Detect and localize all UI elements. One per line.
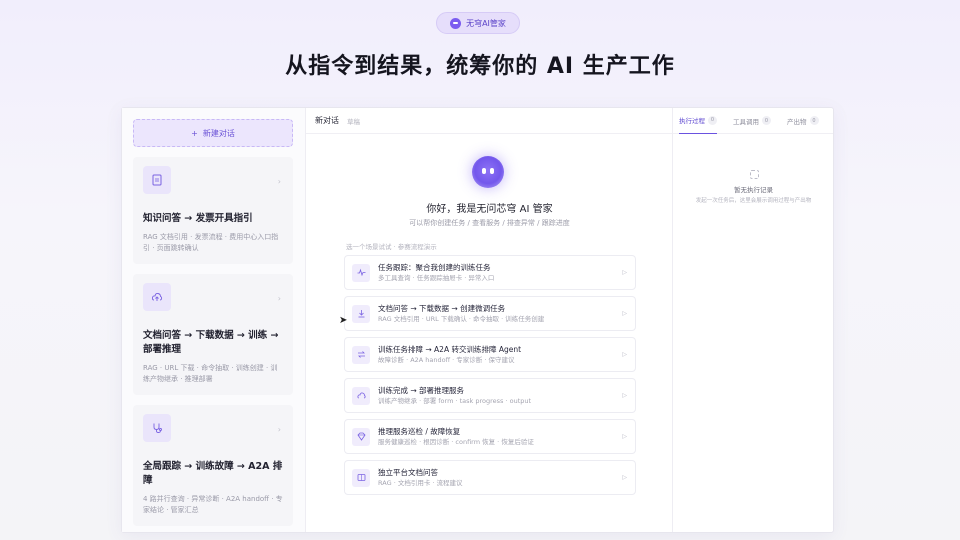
empty-state-icon xyxy=(750,170,759,179)
play-icon: ▷ xyxy=(622,474,627,481)
scenario-card[interactable]: › 文档问答 → 下载数据 → 训练 → 部署推理 RAG · URL 下载 ·… xyxy=(133,274,293,395)
sidebar: + 新建对话 › 知识问答 → 发票开具指引 RAG 文档引用 · 发票流程 ·… xyxy=(122,108,306,532)
plus-icon: + xyxy=(191,128,198,138)
logo-icon xyxy=(450,17,462,29)
chat-title: 新对话 xyxy=(315,116,339,125)
assistant-avatar-icon xyxy=(472,156,504,188)
tab-tool-calls[interactable]: 工具调用 0 xyxy=(733,108,771,134)
brand-badge: 无穹AI管家 xyxy=(436,12,520,34)
tab-label: 产出物 xyxy=(787,117,807,126)
chevron-right-icon: › xyxy=(277,177,281,186)
tab-count-badge: 0 xyxy=(762,116,771,125)
play-icon: ▷ xyxy=(622,433,627,440)
activity-icon xyxy=(352,263,370,282)
play-icon: ▷ xyxy=(622,310,627,317)
mouse-cursor-icon: ➤ xyxy=(339,315,348,326)
chevron-right-icon: › xyxy=(277,425,281,434)
task-item[interactable]: 训练完成 → 部署推理服务 训练产物继承 · 部署 form · task pr… xyxy=(344,378,636,413)
task-desc: 多工具查询 · 任务跟踪抽屉卡 · 异常入口 xyxy=(378,274,495,282)
diamond-icon xyxy=(352,427,370,446)
card-title: 全局跟踪 → 训练故障 → A2A 排障 xyxy=(143,461,283,486)
task-list: 任务跟踪：聚合我创建的训练任务 多工具查询 · 任务跟踪抽屉卡 · 异常入口 ▷… xyxy=(344,255,636,501)
cloud-upload-icon xyxy=(143,283,171,311)
execution-panel: 执行过程 0 工具调用 0 产出物 0 暂无执行记录 发起一次任务后，这里会展示… xyxy=(673,108,833,532)
empty-state-title: 暂无执行记录 xyxy=(734,186,773,194)
card-desc: RAG · URL 下载 · 命令抽取 · 训练创建 · 训练产物继承 · 推理… xyxy=(143,364,278,383)
tab-outputs[interactable]: 产出物 0 xyxy=(787,108,819,134)
card-title: 文档问答 → 下载数据 → 训练 → 部署推理 xyxy=(143,330,279,355)
task-item[interactable]: 推理服务巡检 / 故障恢复 服务健康巡检 · 根因诊断 · confirm 恢复… xyxy=(344,419,636,454)
play-icon: ▷ xyxy=(622,392,627,399)
tab-count-badge: 0 xyxy=(708,115,717,125)
chevron-right-icon: › xyxy=(277,294,281,303)
tab-label: 工具调用 xyxy=(733,117,759,126)
task-item[interactable]: 文档问答 → 下载数据 → 创建微调任务 RAG 文档引用 · URL 下载确认… xyxy=(344,296,636,331)
scenario-card[interactable]: › 知识问答 → 发票开具指引 RAG 文档引用 · 发票流程 · 费用中心入口… xyxy=(133,157,293,264)
task-desc: 故障诊断 · A2A handoff · 专家诊断 · 保守建议 xyxy=(378,356,515,364)
task-title: 推理服务巡检 / 故障恢复 xyxy=(378,427,461,436)
new-chat-label: 新建对话 xyxy=(202,128,235,138)
panel-tabs: 执行过程 0 工具调用 0 产出物 0 xyxy=(673,108,833,134)
chat-status: 草稿 xyxy=(347,117,360,126)
app-window: + 新建对话 › 知识问答 → 发票开具指引 RAG 文档引用 · 发票流程 ·… xyxy=(121,107,834,533)
task-title: 任务跟踪：聚合我创建的训练任务 xyxy=(378,263,491,272)
play-icon: ▷ xyxy=(622,269,627,276)
chat-main: 新对话 草稿 你好，我是无问芯穹 AI 管家 可以帮你创建任务 / 查看服务 /… xyxy=(306,108,673,532)
task-desc: 训练产物继承 · 部署 form · task progress · outpu… xyxy=(378,397,532,405)
document-icon xyxy=(143,166,171,194)
task-title: 训练完成 → 部署推理服务 xyxy=(378,386,465,395)
task-title: 独立平台文档问答 xyxy=(378,468,438,477)
card-title: 知识问答 → 发票开具指引 xyxy=(143,213,253,224)
brand-badge-label: 无穹AI管家 xyxy=(466,18,506,28)
task-desc: RAG · 文档引用卡 · 流程建议 xyxy=(378,479,463,487)
book-icon xyxy=(352,468,370,487)
task-item[interactable]: 训练任务排障 → A2A 转交训练排障 Agent 故障诊断 · A2A han… xyxy=(344,337,636,372)
greeting-title: 你好，我是无问芯穹 AI 管家 xyxy=(426,204,553,215)
task-desc: RAG 文档引用 · URL 下载确认 · 命令抽取 · 训练任务创建 xyxy=(378,315,545,323)
scenario-card[interactable]: › 全局跟踪 → 训练故障 → A2A 排障 4 路并行查询 · 异常诊断 · … xyxy=(133,405,293,526)
task-title: 文档问答 → 下载数据 → 创建微调任务 xyxy=(378,304,506,313)
task-item[interactable]: 独立平台文档问答 RAG · 文档引用卡 · 流程建议 ▷ xyxy=(344,460,636,495)
empty-state-desc: 发起一次任务后，这里会展示调用过程与产出物 xyxy=(695,198,812,204)
deploy-icon xyxy=(352,386,370,405)
tab-count-badge: 0 xyxy=(809,116,819,125)
greeting-subtitle: 可以帮你创建任务 / 查看服务 / 排查异常 / 跟踪进度 xyxy=(409,219,570,227)
card-desc: 4 路并行查询 · 异常诊断 · A2A handoff · 专家结论 · 管家… xyxy=(143,495,283,514)
task-title: 训练任务排障 → A2A 转交训练排障 Agent xyxy=(378,345,522,354)
transfer-icon xyxy=(352,345,370,364)
scenario-hint: 选一个场景试试 · 参赛流程演示 xyxy=(346,243,437,251)
tab-label: 执行过程 xyxy=(679,117,705,125)
card-desc: RAG 文档引用 · 发票流程 · 费用中心入口指引 · 页面跳转确认 xyxy=(143,233,279,252)
download-icon xyxy=(352,304,370,323)
hero-title: 从指令到结果，统筹你的 AI 生产工作 xyxy=(285,54,675,79)
task-item[interactable]: 任务跟踪：聚合我创建的训练任务 多工具查询 · 任务跟踪抽屉卡 · 异常入口 ▷ xyxy=(344,255,636,290)
chat-header: 新对话 草稿 xyxy=(306,108,672,134)
task-desc: 服务健康巡检 · 根因诊断 · confirm 恢复 · 恢复后验证 xyxy=(378,438,534,446)
new-chat-button[interactable]: + 新建对话 xyxy=(133,119,293,147)
play-icon: ▷ xyxy=(622,351,627,358)
stethoscope-icon xyxy=(143,414,171,442)
tab-execution[interactable]: 执行过程 0 xyxy=(679,108,717,134)
